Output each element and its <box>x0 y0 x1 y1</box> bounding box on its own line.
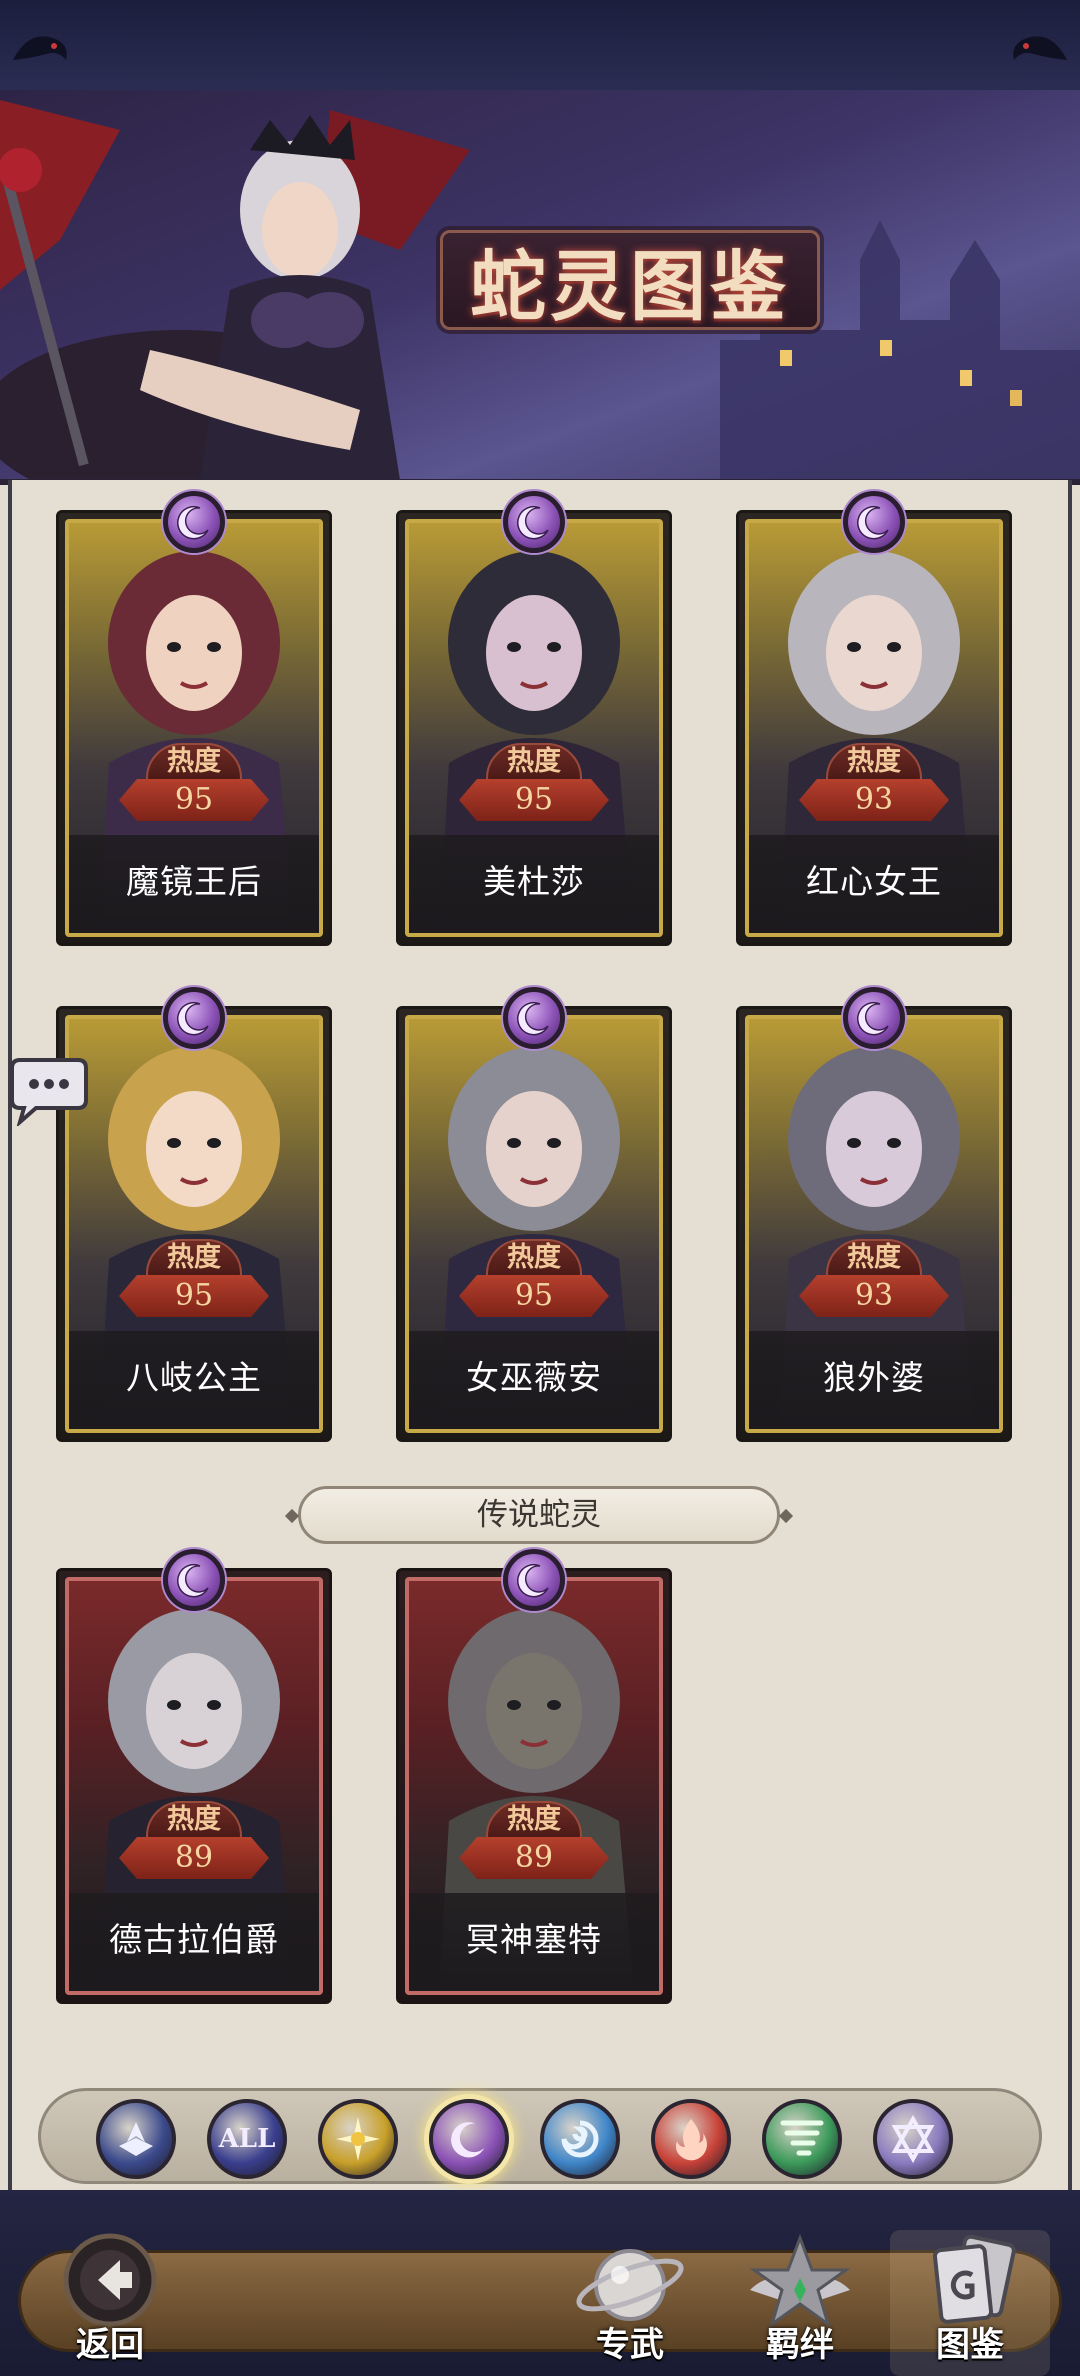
bottom-nav: 返回 专武 羁绊 图鉴 <box>0 2190 1080 2376</box>
header-banner: 蛇灵图鉴 <box>0 90 1080 485</box>
heat-label: 热度 <box>826 743 922 781</box>
page-title: 蛇灵图鉴 <box>470 242 790 331</box>
character-name: 德古拉伯爵 <box>69 1893 319 1991</box>
water-swirl-icon <box>556 2115 604 2163</box>
heat-label: 热度 <box>146 1239 242 1277</box>
heat-value: 89 <box>119 1837 269 1879</box>
character-name: 狼外婆 <box>749 1331 999 1429</box>
heat-badge: 热度 93 <box>799 1239 949 1323</box>
character-name: 女巫薇安 <box>409 1331 659 1429</box>
heat-value: 95 <box>119 1275 269 1317</box>
bond-label: 羁绊 <box>766 2325 834 2365</box>
title-plate: 蛇灵图鉴 <box>440 230 820 331</box>
filter-wind-button[interactable] <box>762 2099 842 2179</box>
nav-tab-bond[interactable]: 羁绊 <box>720 2230 880 2376</box>
moon-element-icon <box>843 987 905 1049</box>
chat-bubble-icon[interactable] <box>2 1056 92 1126</box>
character-card[interactable]: 热度 95 魔镜王后 <box>56 491 332 946</box>
filter-sun-button[interactable] <box>318 2099 398 2179</box>
back-button[interactable]: 返回 <box>30 2230 190 2376</box>
codex-label: 图鉴 <box>936 2325 1004 2365</box>
heat-badge: 热度 95 <box>459 743 609 827</box>
heat-badge: 热度 95 <box>119 1239 269 1323</box>
card-portrait-frame: 热度 89 冥神塞特 <box>405 1577 663 1995</box>
moon-element-icon <box>163 1549 225 1611</box>
snake-ornament-right-icon <box>1013 36 1067 60</box>
top-bar <box>0 0 1080 90</box>
character-name: 魔镜王后 <box>69 835 319 933</box>
heat-label: 热度 <box>146 1801 242 1839</box>
heat-badge: 热度 95 <box>119 743 269 827</box>
card-portrait-frame: 热度 95 魔镜王后 <box>65 519 323 937</box>
heat-badge: 热度 89 <box>119 1801 269 1885</box>
character-name: 红心女王 <box>749 835 999 933</box>
snake-ornament-left-icon <box>13 36 67 60</box>
moon-element-icon <box>163 491 225 553</box>
filter-label: ALL <box>218 2124 276 2154</box>
heat-label: 热度 <box>486 743 582 781</box>
back-label: 返回 <box>76 2325 144 2365</box>
character-card[interactable]: 热度 93 红心女王 <box>736 491 1012 946</box>
character-card[interactable]: 热度 95 美杜莎 <box>396 491 672 946</box>
heat-badge: 热度 95 <box>459 1239 609 1323</box>
heat-value: 93 <box>799 779 949 821</box>
heat-value: 95 <box>459 779 609 821</box>
character-name: 冥神塞特 <box>409 1893 659 1991</box>
weapon-label: 专武 <box>596 2325 664 2365</box>
character-name: 美杜莎 <box>409 835 659 933</box>
heat-value: 89 <box>459 1837 609 1879</box>
heat-value: 95 <box>459 1275 609 1317</box>
heat-label: 热度 <box>486 1801 582 1839</box>
card-portrait-frame: 热度 95 美杜莎 <box>405 519 663 937</box>
nav-tab-codex[interactable]: 图鉴 <box>890 2230 1050 2376</box>
filter-fire-button[interactable] <box>651 2099 731 2179</box>
card-portrait-frame: 热度 89 德古拉伯爵 <box>65 1577 323 1995</box>
back-icon <box>63 2233 157 2327</box>
filter-moon-button[interactable] <box>429 2099 509 2179</box>
filter-class-button[interactable] <box>96 2099 176 2179</box>
heat-label: 热度 <box>146 743 242 781</box>
sun-icon <box>333 2114 383 2164</box>
card-portrait-frame: 热度 95 女巫薇安 <box>405 1015 663 1433</box>
filter-all-button[interactable]: ALL <box>207 2099 287 2179</box>
character-name: 八岐公主 <box>69 1331 319 1429</box>
filter-water-button[interactable] <box>540 2099 620 2179</box>
wing-emblem-icon <box>113 2116 159 2162</box>
card-portrait-frame: 热度 93 狼外婆 <box>745 1015 1003 1433</box>
moon-element-icon <box>503 491 565 553</box>
heat-label: 热度 <box>826 1239 922 1277</box>
moon-element-icon <box>503 987 565 1049</box>
hexagram-icon <box>889 2115 937 2163</box>
character-card[interactable]: 热度 89 德古拉伯爵 <box>56 1549 332 2004</box>
heat-badge: 热度 89 <box>459 1801 609 1885</box>
moon-element-icon <box>163 987 225 1049</box>
character-card[interactable]: 热度 89 冥神塞特 <box>396 1549 672 2004</box>
fire-icon <box>669 2115 713 2163</box>
moon-element-icon <box>843 491 905 553</box>
heat-value: 95 <box>119 779 269 821</box>
legend-section-label: 传说蛇灵 <box>298 1486 780 1544</box>
app-root: 蛇灵图鉴 热度 95 魔镜王后 热度 95 美杜莎 热度 93 红心女王 热度 … <box>0 0 1080 2376</box>
moon-icon <box>447 2117 491 2161</box>
character-card[interactable]: 热度 95 女巫薇安 <box>396 987 672 1442</box>
character-card[interactable]: 热度 93 狼外婆 <box>736 987 1012 1442</box>
heat-label: 热度 <box>486 1239 582 1277</box>
card-portrait-frame: 热度 93 红心女王 <box>745 519 1003 937</box>
nav-tab-weapon[interactable]: 专武 <box>550 2230 710 2376</box>
character-card[interactable]: 热度 95 八岐公主 <box>56 987 332 1442</box>
moon-element-icon <box>503 1549 565 1611</box>
element-filter-bar: ALL <box>38 2088 1042 2184</box>
card-portrait-frame: 热度 95 八岐公主 <box>65 1015 323 1433</box>
filter-star-button[interactable] <box>873 2099 953 2179</box>
heat-badge: 热度 93 <box>799 743 949 827</box>
heat-value: 93 <box>799 1275 949 1317</box>
tornado-icon <box>779 2115 825 2163</box>
